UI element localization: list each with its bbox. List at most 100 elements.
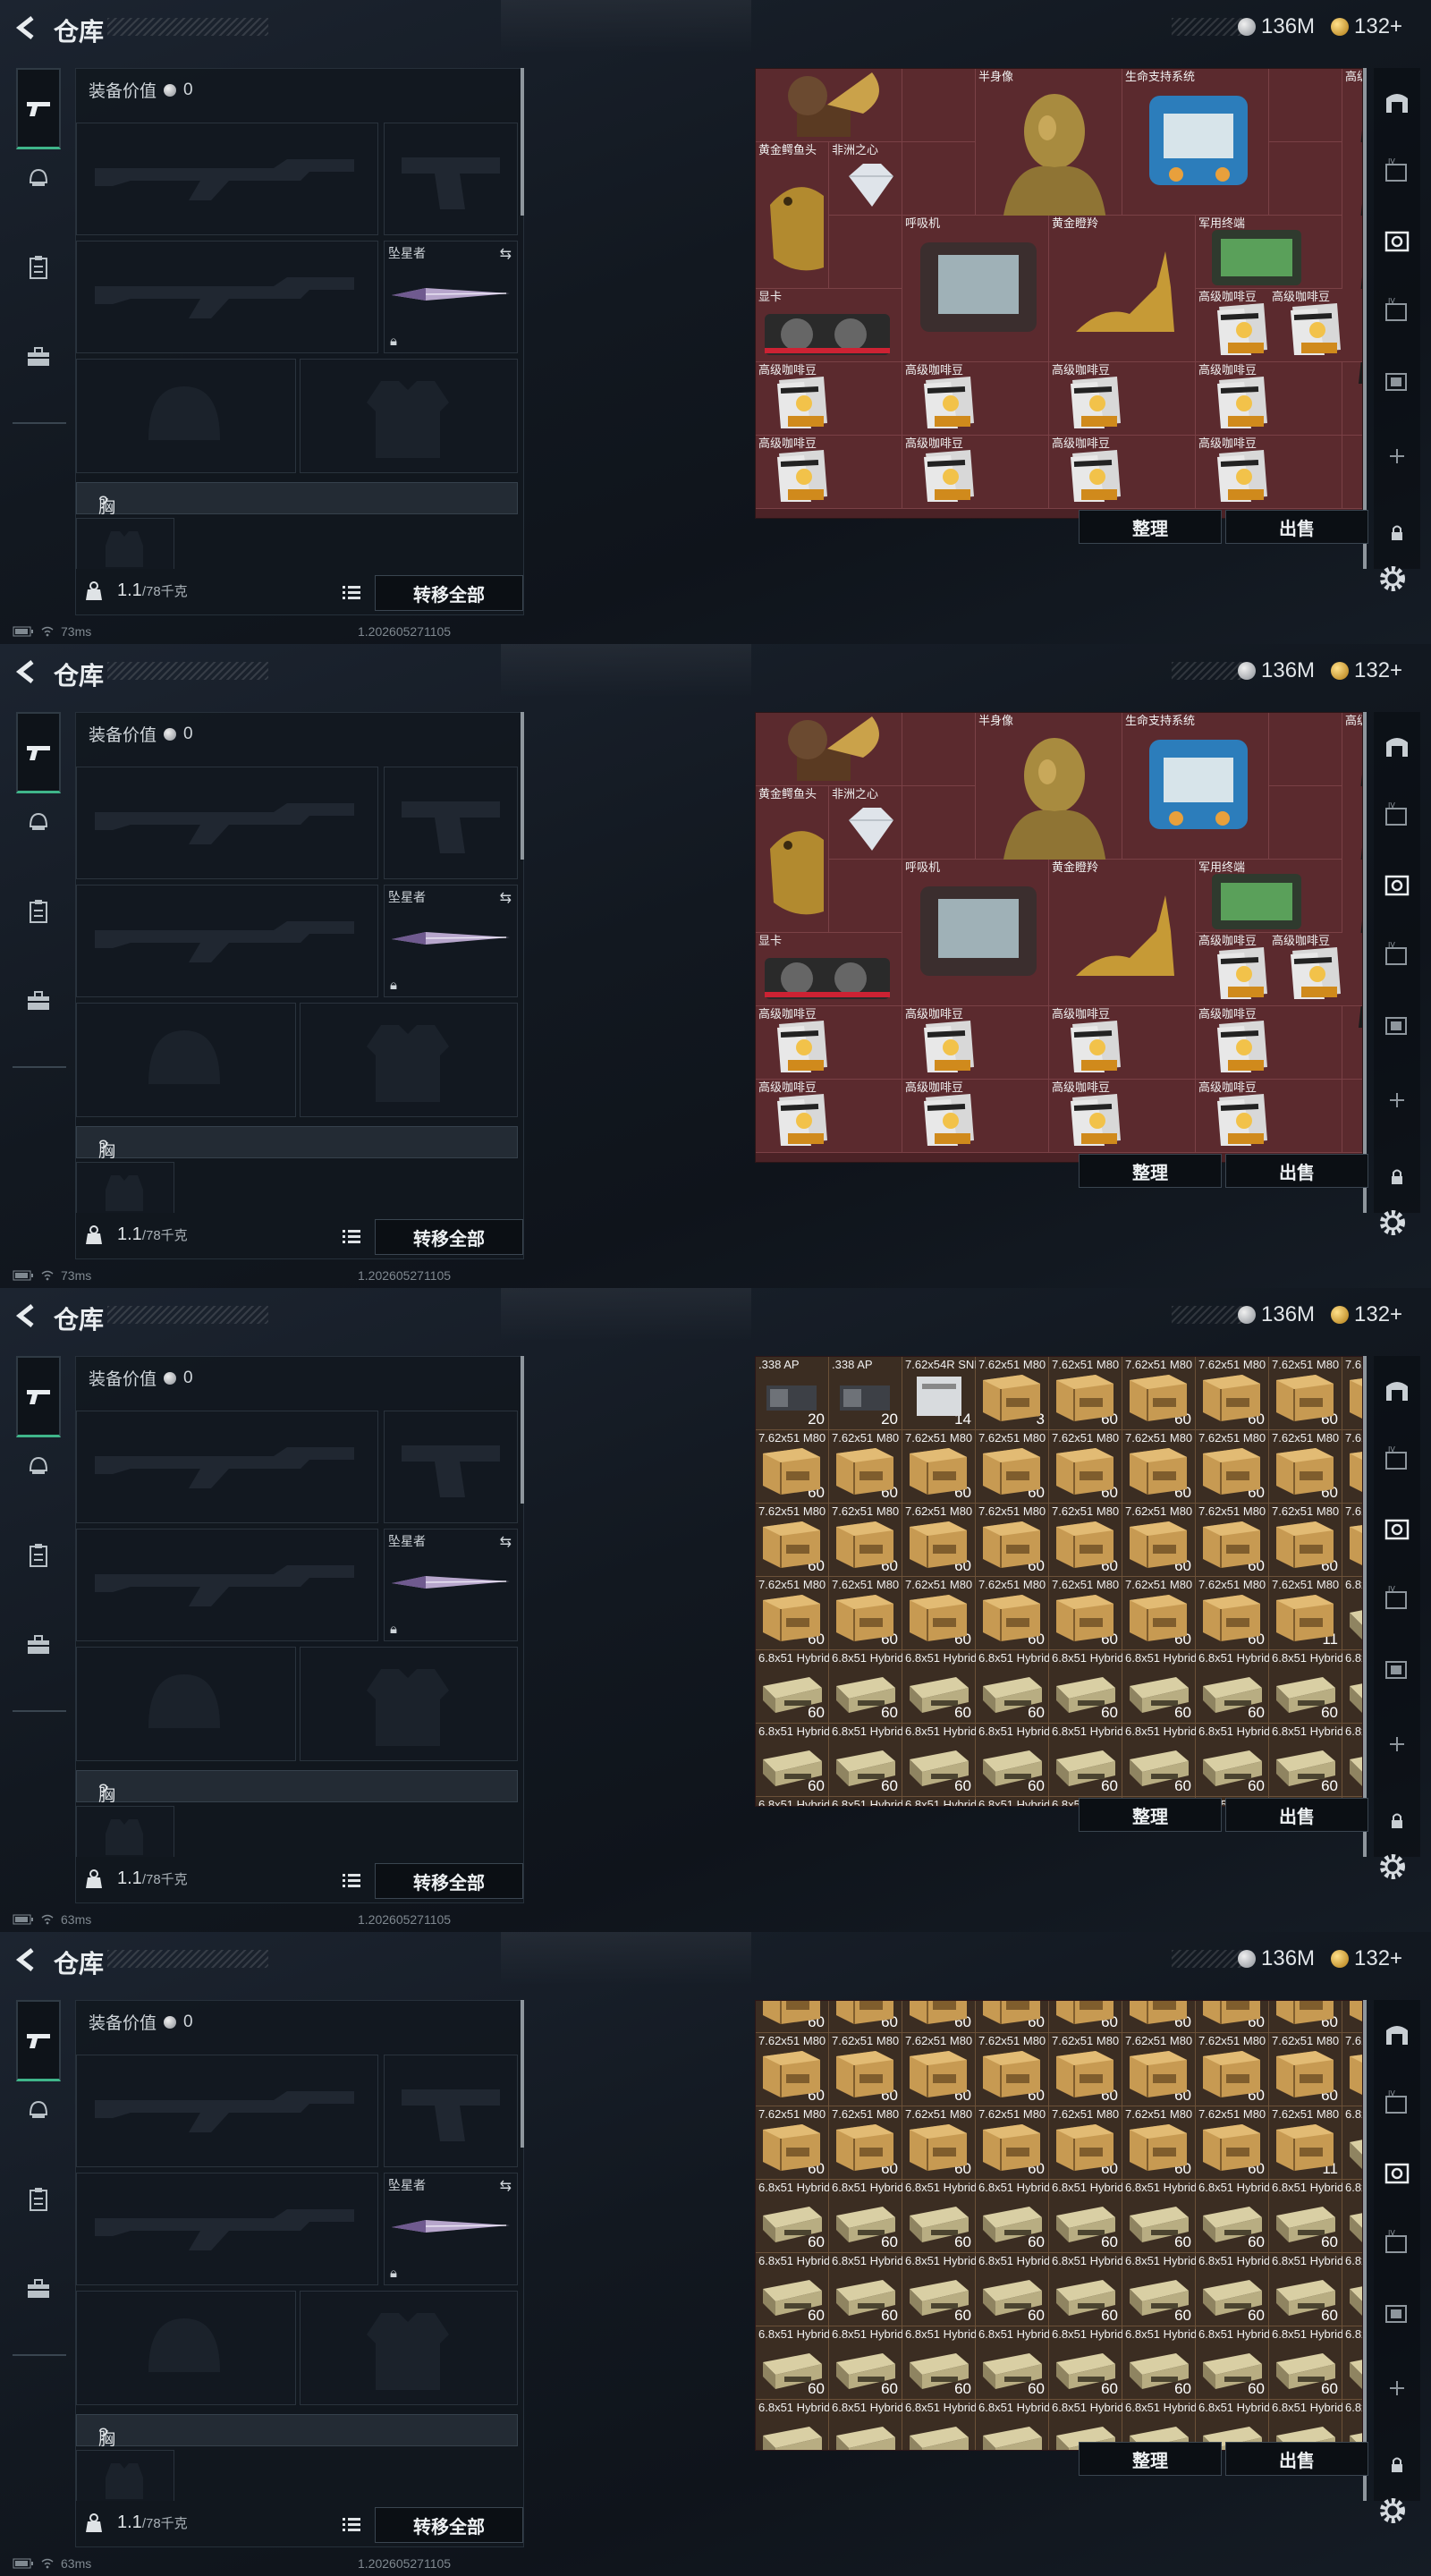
grid-cell[interactable]: 6.8x51 Hybrid60 (1049, 2253, 1123, 2326)
help-icon[interactable]: ? (98, 1138, 108, 1157)
grid-cell[interactable]: 7.62x51 M8060 (756, 1504, 829, 1577)
grid-cell[interactable]: 6.8x51 Hybrid60 (756, 1797, 830, 1806)
grid-cell[interactable]: 7.62x51 M8060 (1049, 2106, 1122, 2180)
grid-cell[interactable]: 高级咖啡豆 (756, 1080, 902, 1153)
stash-page-icon[interactable] (1383, 2159, 1411, 2188)
stash-page-icon[interactable] (1383, 2299, 1411, 2327)
stash-page-icon[interactable]: IV (1383, 1585, 1411, 1614)
stash-page-icon[interactable]: IV (1383, 801, 1411, 830)
grid-cell[interactable]: 高级咖啡豆 (1196, 1006, 1342, 1080)
gold-balance[interactable]: 132+ (1331, 1946, 1402, 1971)
grid-cell[interactable]: 7.62x51 M8060 (756, 2106, 829, 2180)
chest-rig-header[interactable]: 胸挂 ? (76, 482, 518, 541)
grid-cell[interactable]: 7.62x51 M8060 (1196, 1430, 1269, 1504)
grid-cell[interactable]: 7.62x51 M8060 (756, 2033, 829, 2106)
grid-cell[interactable] (756, 713, 902, 786)
grid-cell[interactable]: 6.8x51 Hybrid60 (756, 2253, 830, 2326)
stash-page-icon[interactable]: IV (1383, 2089, 1411, 2118)
grid-cell[interactable]: 高级咖啡豆 (756, 436, 902, 509)
grid-cell[interactable]: 7.62x51 M8060 (902, 1430, 976, 1504)
grid-cell[interactable]: 6.8x51 Hybrid60 (829, 1797, 903, 1806)
grid-cell[interactable]: 6.8x51 Hybrid60 (756, 1650, 830, 1724)
grid-cell[interactable]: 黄金瞪羚 (1049, 860, 1196, 1006)
gold-balance[interactable]: 132+ (1331, 14, 1402, 39)
grid-cell[interactable]: 7.62x51 M8060 (756, 2001, 829, 2033)
grid-cell[interactable]: 6.8x51 Hybrid60 (976, 2180, 1050, 2253)
grid-cell[interactable]: 高级咖啡豆 (1049, 436, 1196, 509)
grid-cell[interactable]: 7.62x51 M8060 (829, 2001, 902, 2033)
helmet-slot[interactable] (76, 1647, 296, 1761)
grid-cell[interactable]: 半身像 (976, 713, 1122, 865)
grid-cell[interactable]: 7.62x51 M8060 (829, 1504, 902, 1577)
grid-cell[interactable]: 6.8x51 Hybrid60 (829, 1724, 903, 1797)
grid-cell[interactable]: 6.8x51 Hybrid60 (1196, 1650, 1270, 1724)
swap-icon[interactable]: ⇆ (500, 245, 512, 263)
stash-scrollbar[interactable] (1363, 2000, 1367, 2501)
chest-rig-slot[interactable] (76, 518, 174, 569)
equipment-scrollbar[interactable] (521, 68, 524, 216)
equipment-scrollbar[interactable] (521, 712, 524, 860)
armor-slot[interactable] (300, 359, 518, 473)
pistol-slot[interactable] (384, 767, 518, 879)
grid-cell[interactable]: 6.8x51 Hybrid60 (756, 1724, 830, 1797)
grid-cell[interactable]: 显卡 (756, 289, 902, 362)
grid-cell[interactable]: 高级咖啡豆 (1196, 436, 1342, 509)
grid-cell[interactable]: 6.8x51 Hybrid60 (1122, 2180, 1197, 2253)
stash-page-icon[interactable] (1383, 1515, 1411, 1544)
stash-home-icon[interactable] (1383, 88, 1411, 116)
help-icon[interactable]: ? (98, 494, 108, 513)
grid-cell[interactable]: 6.8x51 Hybrid60 (1269, 1650, 1343, 1724)
stash-home-icon[interactable] (1383, 2020, 1411, 2048)
tab-medical[interactable] (18, 891, 59, 932)
melee-slot[interactable]: 坠星者 ⇆ 🔒︎ (384, 885, 518, 997)
pistol-slot[interactable] (384, 2055, 518, 2167)
grid-cell[interactable]: 6.8x51 Hybrid60 (1342, 1650, 1362, 1724)
grid-cell[interactable]: 7.62x51 M8060 (1342, 2033, 1362, 2106)
gear-icon[interactable] (1377, 1208, 1408, 1238)
grid-cell[interactable]: 6.8x51 Hybrid60 (1269, 1724, 1343, 1797)
grid-cell[interactable]: 6.8x51 Hybrid60 (1342, 2253, 1362, 2326)
grid-cell[interactable]: 6.8x51 Hybrid60 (1196, 2326, 1270, 2400)
grid-cell[interactable]: 高级咖啡豆 (1196, 362, 1342, 436)
grid-cell[interactable]: 6.8x51 Hybrid60 (1049, 2180, 1123, 2253)
armor-slot[interactable] (300, 2291, 518, 2405)
sort-button[interactable]: 整理 (1079, 510, 1222, 544)
grid-cell[interactable]: 7.62x51 M8060 (976, 2106, 1049, 2180)
grid-cell[interactable]: 高级咖啡豆 (1269, 289, 1362, 362)
grid-cell[interactable]: 7.62x51 M8060 (902, 1504, 976, 1577)
grid-cell[interactable]: 6.8x51 Hybrid60 (829, 2180, 903, 2253)
stash-page-icon[interactable] (1383, 1011, 1411, 1039)
gold-balance[interactable]: 132+ (1331, 658, 1402, 683)
grid-cell[interactable]: 7.62x51 M8060 (1269, 2033, 1342, 2106)
stash-page-icon[interactable] (1383, 227, 1411, 256)
grid-cell[interactable]: 半身像 (976, 69, 1122, 221)
grid-cell[interactable]: 显卡 (756, 933, 902, 1006)
grid-cell[interactable]: 6.8x51 Hybrid60 (902, 2400, 977, 2450)
grid-cell[interactable]: 7.62x51 M8060 (756, 1430, 829, 1504)
tab-weapons[interactable] (16, 1356, 61, 1437)
tab-case[interactable] (18, 1624, 59, 1665)
tab-weapons[interactable] (16, 712, 61, 793)
stash-page-icon[interactable]: IV (1383, 297, 1411, 326)
grid-cell[interactable]: 7.62x51 M8060 (1122, 2001, 1196, 2033)
melee-slot[interactable]: 坠星者 ⇆ 🔒︎ (384, 2173, 518, 2285)
grid-cell[interactable]: 7.62x51 M8060 (1196, 2001, 1269, 2033)
sort-button[interactable]: 整理 (1079, 1154, 1222, 1188)
chest-rig-slot[interactable] (76, 1806, 174, 1857)
grid-cell[interactable]: 7.62x51 M8060 (976, 1504, 1049, 1577)
grid-cell[interactable]: 7.62x51 M80 11 (1269, 2106, 1342, 2180)
grid-cell[interactable]: 6.8x51 Hybrid60 (1122, 2326, 1197, 2400)
grid-cell[interactable]: 高级咖啡豆 (1049, 1006, 1196, 1080)
chest-rig-slot[interactable] (76, 1162, 174, 1213)
grid-cell[interactable]: 非洲之心 (829, 142, 902, 216)
grid-cell[interactable]: 7.62x54R SNB 14 (902, 1357, 982, 1430)
gear-icon[interactable] (1377, 2496, 1408, 2526)
grid-cell[interactable]: 高级咖啡豆 (902, 1080, 1049, 1153)
grid-cell[interactable]: 6.8x51 Hybrid60 (829, 2253, 903, 2326)
grid-cell[interactable]: 7.62x51 M8060 (1196, 1504, 1269, 1577)
grid-cell[interactable]: 6.8x51 Hybrid60 (902, 2253, 977, 2326)
add-page-icon[interactable] (1383, 1730, 1411, 1758)
help-icon[interactable]: ? (98, 2426, 108, 2445)
melee-slot[interactable]: 坠星者 ⇆ 🔒︎ (384, 1529, 518, 1641)
helmet-slot[interactable] (76, 359, 296, 473)
